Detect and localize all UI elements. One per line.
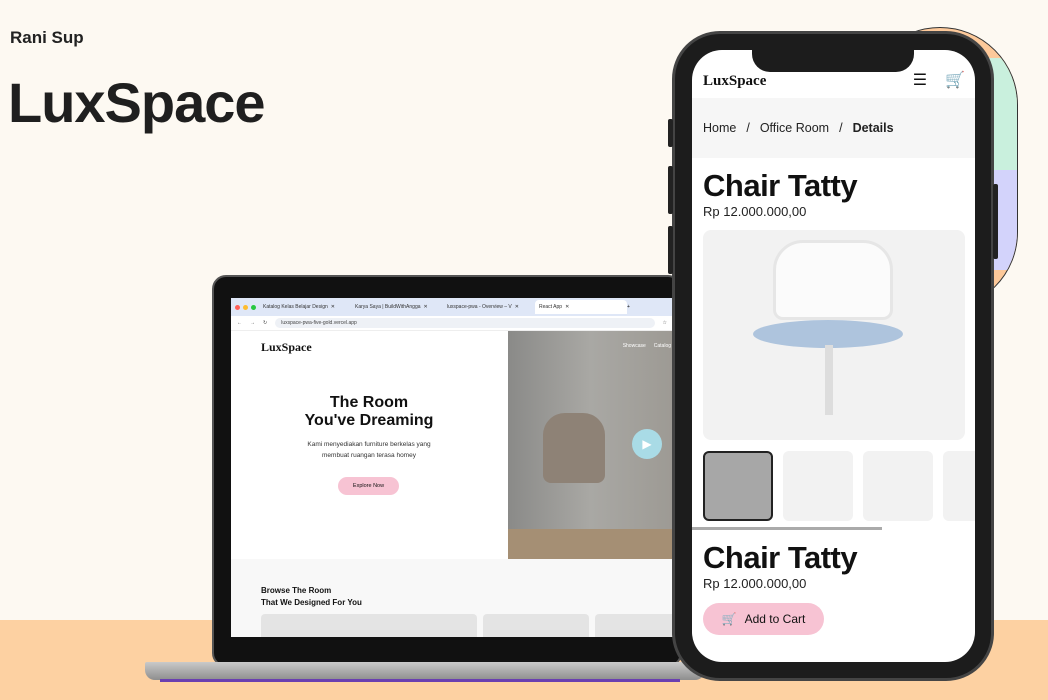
thumbnail[interactable] <box>863 451 933 521</box>
breadcrumb-office-room[interactable]: Office Room <box>760 121 829 135</box>
thumbnail[interactable] <box>943 451 975 521</box>
hero-image: Showcase Catalog ▶ <box>508 331 673 559</box>
hero-section: LuxSpace The Room You've Dreaming Kami me… <box>231 331 673 559</box>
close-icon[interactable]: ✕ <box>424 304 428 310</box>
add-to-cart-button[interactable]: 🛒 Add to Cart <box>703 603 824 635</box>
play-icon[interactable]: ▶ <box>632 429 662 459</box>
armchair-image <box>543 413 605 483</box>
browser-tab[interactable]: Karya Saya | BuildWithAngga ✕ <box>351 300 443 314</box>
laptop-base-edge <box>160 679 680 682</box>
product-price-secondary: Rp 12.000.000,00 <box>703 576 807 591</box>
phone-screen: LuxSpace ☰ 🛒 Home / Office Room / Details C… <box>692 50 975 662</box>
close-icon[interactable]: ✕ <box>515 304 519 310</box>
breadcrumb-details: Details <box>852 121 894 135</box>
brand-title: LuxSpace <box>8 71 266 134</box>
browser-tabs: Katalog Kelas Belajar Design ✕ Karya Saya… <box>231 298 673 316</box>
url-input[interactable]: luxspace-pwa-five-gold.vercel.app <box>275 318 655 328</box>
phone-logo[interactable]: LuxSpace <box>703 73 766 90</box>
new-tab-icon[interactable]: + <box>627 304 630 310</box>
menu-icon[interactable]: ☰ <box>913 70 927 90</box>
product-main-image <box>703 230 965 440</box>
thumbnail[interactable] <box>783 451 853 521</box>
thumbnail[interactable] <box>703 451 773 521</box>
hero-description: Kami menyediakan furniture berkelas yang… <box>307 441 431 459</box>
reload-icon[interactable]: ↻ <box>263 320 267 326</box>
browse-heading: Browse The Room That We Designed For You <box>261 586 362 607</box>
nav-catalog[interactable]: Catalog <box>654 343 671 349</box>
explore-now-button[interactable]: Explore Now <box>338 477 399 495</box>
room-card[interactable] <box>595 614 673 637</box>
room-card[interactable] <box>261 614 477 637</box>
site-nav: Showcase Catalog <box>623 343 671 349</box>
breadcrumb: Home / Office Room / Details <box>692 98 975 158</box>
breadcrumb-home[interactable]: Home <box>703 121 736 135</box>
tab-label: React App <box>539 304 563 310</box>
phone-notch <box>752 42 914 72</box>
add-to-cart-label: Add to Cart <box>744 612 806 626</box>
browser-tab-active[interactable]: React App ✕ <box>535 300 627 314</box>
cart-icon[interactable]: 🛒 <box>945 70 965 90</box>
browser-tab[interactable]: Katalog Kelas Belajar Design ✕ <box>259 300 351 314</box>
close-icon[interactable]: ✕ <box>331 304 335 310</box>
scroll-indicator <box>692 527 882 530</box>
cart-icon: 🛒 <box>721 612 737 626</box>
star-icon[interactable]: ☆ <box>663 320 667 326</box>
author-name: Rani Sup <box>10 28 84 47</box>
browser-tab[interactable]: luxspace-pwa - Overview – V ✕ <box>443 300 535 314</box>
site-logo[interactable]: LuxSpace <box>261 340 312 355</box>
room-card[interactable] <box>483 614 589 637</box>
product-title-secondary: Chair Tatty <box>703 540 858 575</box>
product-price: Rp 12.000.000,00 <box>703 204 807 219</box>
tab-label: Katalog Kelas Belajar Design <box>263 304 328 310</box>
nav-showcase[interactable]: Showcase <box>623 343 646 349</box>
browse-section: Browse The Room That We Designed For You <box>231 559 673 637</box>
laptop-base <box>145 662 705 680</box>
back-icon[interactable]: ← <box>237 320 242 326</box>
laptop-screen: Katalog Kelas Belajar Design ✕ Karya Saya… <box>231 298 673 637</box>
thumbnail-gallery <box>703 451 975 521</box>
close-icon[interactable]: ✕ <box>565 304 569 310</box>
product-title: Chair Tatty <box>703 168 858 203</box>
hero-title: The Room You've Dreaming <box>304 394 434 429</box>
tab-label: luxspace-pwa - Overview – V <box>447 304 512 310</box>
tab-label: Karya Saya | BuildWithAngga <box>355 304 421 310</box>
forward-icon[interactable]: → <box>250 320 255 326</box>
address-bar-row: ← → ↻ luxspace-pwa-five-gold.vercel.app ☆ <box>231 316 673 331</box>
